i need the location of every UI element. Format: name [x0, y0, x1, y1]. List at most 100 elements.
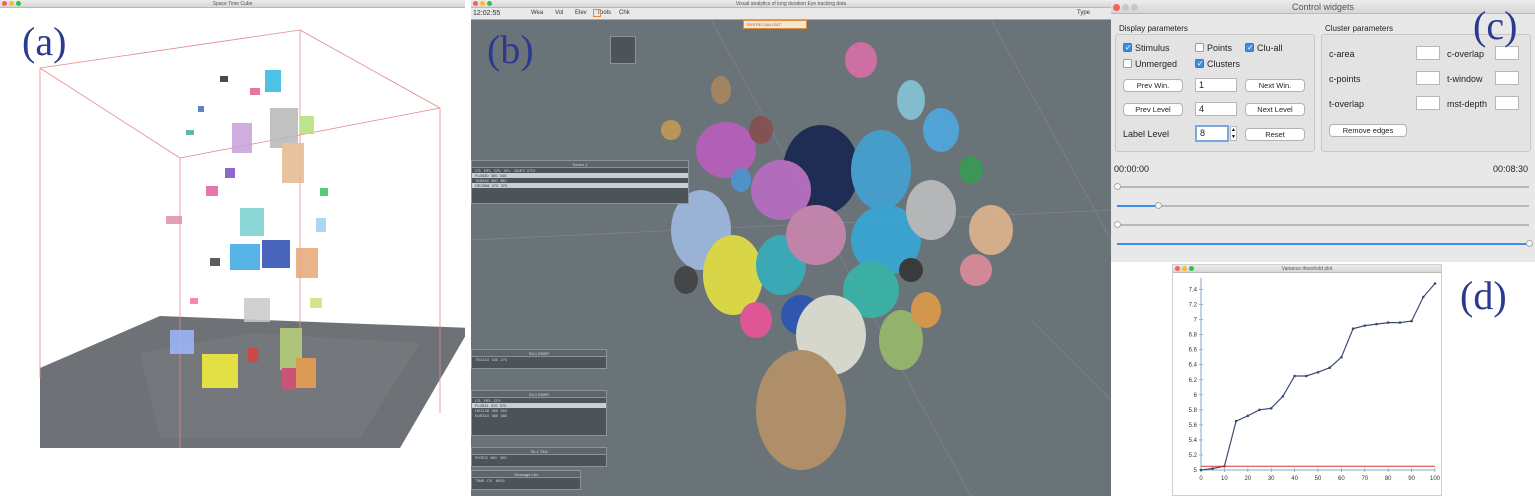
remove-edges-button[interactable]: Remove edges — [1329, 124, 1407, 137]
zoom-icon[interactable] — [1189, 266, 1194, 271]
eye-tracking-window: Visual analytics of long duration Eye tr… — [471, 0, 1111, 496]
window-controls[interactable] — [1175, 266, 1194, 271]
data-point — [1211, 467, 1214, 470]
sil-table[interactable]: SIL1 EBBR TEZ410 340 270 — [471, 349, 607, 369]
window-controls[interactable] — [473, 1, 492, 6]
t-window-field[interactable] — [1495, 71, 1519, 85]
window-controls[interactable] — [1113, 4, 1138, 11]
message-table[interactable]: Message List TIME CS MSG — [471, 470, 581, 490]
window-titlebar: Control widgets — [1111, 0, 1535, 14]
time-slider-knob[interactable] — [1114, 183, 1121, 190]
t-overlap-field[interactable] — [1416, 96, 1440, 110]
next-level-button[interactable]: Next Level — [1245, 103, 1305, 116]
y-tick-label: 7.2 — [1189, 303, 1198, 309]
y-tick-label: 6.6 — [1189, 348, 1198, 354]
y-tick-label: 6.4 — [1189, 363, 1198, 369]
window-titlebar: Space Time Cube — [0, 0, 465, 8]
toolbar-item[interactable]: Wea — [531, 10, 543, 16]
unmerged-checkbox[interactable] — [1123, 59, 1132, 68]
close-icon[interactable] — [473, 1, 478, 6]
data-point — [1246, 414, 1250, 418]
time-slider-track[interactable] — [1117, 205, 1529, 207]
minimize-icon[interactable] — [1182, 266, 1187, 271]
time-slider-track[interactable] — [1117, 186, 1529, 188]
window-field[interactable]: 1 — [1195, 78, 1237, 92]
stimulus-checkbox[interactable] — [1123, 43, 1132, 52]
y-tick-label: 7.4 — [1189, 288, 1198, 294]
prev-win-button[interactable]: Prev Win. — [1123, 79, 1183, 92]
x-tick-label: 90 — [1408, 476, 1415, 482]
zoom-icon[interactable] — [487, 1, 492, 6]
time-slider-track[interactable] — [1117, 224, 1529, 226]
mini-widget[interactable] — [610, 36, 636, 64]
y-tick-label: 5.8 — [1189, 408, 1198, 414]
toolbar-toggle[interactable] — [593, 9, 601, 17]
toolbar-clock: 12:02:55 — [473, 10, 501, 17]
space-time-cube-view[interactable] — [0, 8, 465, 496]
x-tick-label: 10 — [1221, 476, 1228, 482]
points-checkbox[interactable] — [1195, 43, 1204, 52]
data-point — [1199, 468, 1203, 472]
c-area-field[interactable] — [1416, 46, 1440, 60]
variance-plot-window: Variance threshold plot 5 5.2 5.4 5.6 5.8 6 6.… — [1172, 264, 1442, 496]
data-point — [1328, 366, 1331, 370]
toolbar-item[interactable]: Elev — [575, 10, 587, 16]
sil-list-table[interactable]: SIL1 EBBR CS RFL CFL FL0531 370 370 DE11… — [471, 390, 607, 436]
next-win-button[interactable]: Next Win. — [1245, 79, 1305, 92]
sector-table[interactable]: Sector 1 CS RFL CFL XFL ADES ETO FL0530 … — [471, 160, 689, 204]
y-tick-label: 5.2 — [1189, 453, 1198, 459]
data-point — [1363, 324, 1367, 327]
y-tick-label: 6 — [1194, 393, 1198, 399]
y-tick-label: 7 — [1194, 318, 1198, 324]
prev-level-button[interactable]: Prev Level — [1123, 103, 1183, 116]
time-slider-knob[interactable] — [1114, 221, 1121, 228]
label-level-stepper[interactable]: ▲ ▼ — [1230, 126, 1237, 141]
data-point — [1281, 395, 1285, 398]
sil-small-table[interactable]: SIL1 TAN RYR22 380 380 — [471, 447, 607, 467]
zoom-icon[interactable] — [16, 1, 21, 6]
window-title: Control widgets — [1291, 2, 1355, 12]
time-slider-knob[interactable] — [1526, 240, 1533, 247]
close-icon[interactable] — [2, 1, 7, 6]
data-point — [1340, 355, 1343, 359]
data-point — [1269, 407, 1273, 410]
time-slider-fill — [1117, 205, 1159, 207]
clu-all-label: Clu-all — [1257, 43, 1283, 53]
t-overlap-label: t-overlap — [1329, 99, 1365, 109]
stimulus-label: Stimulus — [1135, 43, 1170, 53]
x-tick-label: 100 — [1430, 476, 1441, 482]
c-points-field[interactable] — [1416, 71, 1440, 85]
t-window-label: t-window — [1447, 74, 1483, 84]
toolbar-item[interactable]: Vol — [555, 10, 563, 16]
clusters-checkbox[interactable] — [1195, 59, 1204, 68]
time-slider-knob[interactable] — [1155, 202, 1163, 209]
zoom-icon[interactable] — [1131, 4, 1138, 11]
x-tick-label: 20 — [1244, 476, 1251, 482]
data-point — [1293, 374, 1296, 378]
mst-depth-field[interactable] — [1495, 96, 1519, 110]
unmerged-label: Unmerged — [1135, 59, 1178, 69]
window-titlebar: Variance threshold plot — [1173, 265, 1441, 273]
close-icon[interactable] — [1175, 266, 1180, 271]
level-field[interactable]: 4 — [1195, 102, 1237, 116]
panel-label-b: (b) — [487, 27, 534, 72]
window-controls[interactable] — [2, 1, 21, 6]
toolbar-dropdown[interactable]: Type — [1077, 10, 1090, 16]
data-point — [1316, 370, 1320, 374]
mst-depth-label: mst-depth — [1447, 99, 1488, 109]
c-points-label: c-points — [1329, 74, 1361, 84]
minimize-icon[interactable] — [480, 1, 485, 6]
minimize-icon[interactable] — [1122, 4, 1129, 11]
time-slider-fill — [1117, 243, 1529, 245]
label-level-field[interactable]: 8 — [1195, 125, 1229, 142]
time-start: 00:00:00 — [1114, 164, 1150, 174]
c-overlap-field[interactable] — [1495, 46, 1519, 60]
close-icon[interactable] — [1113, 4, 1120, 11]
clu-all-checkbox[interactable] — [1245, 43, 1254, 52]
x-tick-label: 60 — [1338, 476, 1345, 482]
minimize-icon[interactable] — [9, 1, 14, 6]
data-point — [1398, 321, 1402, 324]
data-point — [1375, 322, 1378, 326]
reset-button[interactable]: Reset — [1245, 128, 1305, 141]
toolbar-item[interactable]: Chk — [619, 10, 630, 16]
